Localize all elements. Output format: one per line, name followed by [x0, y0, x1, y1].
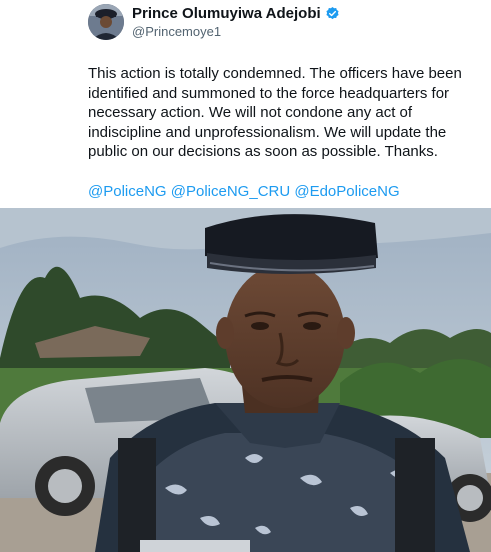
- tweet-mentions: @PoliceNG @PoliceNG_CRU @EdoPoliceNG: [88, 183, 400, 200]
- display-name-text[interactable]: Prince Olumuyiwa Adejobi: [132, 5, 321, 22]
- user-handle[interactable]: @Princemoye1: [132, 24, 221, 39]
- verified-badge-icon: [326, 6, 339, 20]
- photo-of-police-officer-icon: [0, 208, 491, 552]
- avatar-icon: [88, 4, 124, 40]
- avatar[interactable]: [88, 4, 124, 40]
- tweet-text: This action is totally condemned. The of…: [88, 65, 462, 161]
- mention-link[interactable]: @EdoPoliceNG: [294, 183, 399, 200]
- mention-link[interactable]: @PoliceNG_CRU: [171, 183, 290, 200]
- tweet-card: Prince Olumuyiwa Adejobi @Princemoye1 Th…: [0, 0, 491, 208]
- display-name[interactable]: Prince Olumuyiwa Adejobi: [132, 5, 340, 22]
- mention-link[interactable]: @PoliceNG: [88, 183, 167, 200]
- tweet-media-photo[interactable]: [0, 208, 491, 552]
